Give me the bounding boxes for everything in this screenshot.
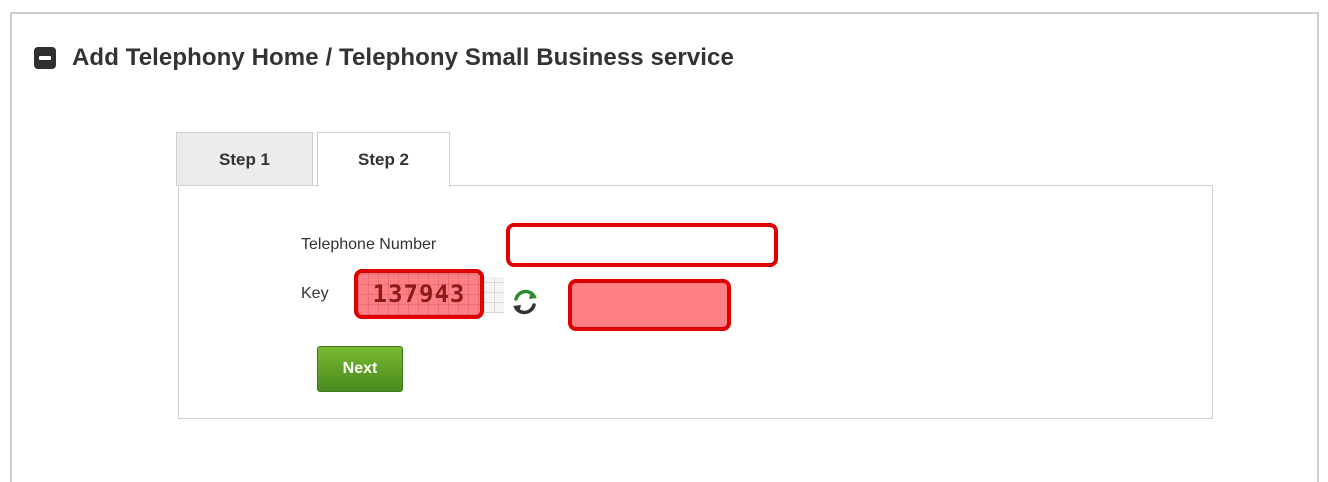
captcha-image: 137943 <box>354 269 484 319</box>
captcha: 137943 <box>354 269 504 319</box>
key-label: Key <box>301 285 329 302</box>
panel-title: Add Telephony Home / Telephony Small Bus… <box>72 44 734 71</box>
telephone-number-input[interactable] <box>506 223 778 267</box>
step-tabs: Step 1 Step 2 <box>176 132 450 187</box>
telephone-number-label: Telephone Number <box>301 236 437 253</box>
tab-step-2[interactable]: Step 2 <box>317 132 450 187</box>
panel-header: Add Telephony Home / Telephony Small Bus… <box>34 44 734 72</box>
key-input[interactable] <box>568 279 731 331</box>
tab-step-1[interactable]: Step 1 <box>176 132 313 186</box>
minus-square-icon[interactable] <box>34 47 56 69</box>
captcha-grid <box>484 277 504 313</box>
next-button[interactable]: Next <box>317 346 403 392</box>
tab-content: Telephone Number Key 137943 Next <box>178 185 1213 419</box>
refresh-icon[interactable] <box>510 287 540 317</box>
service-panel: Add Telephony Home / Telephony Small Bus… <box>10 12 1319 482</box>
